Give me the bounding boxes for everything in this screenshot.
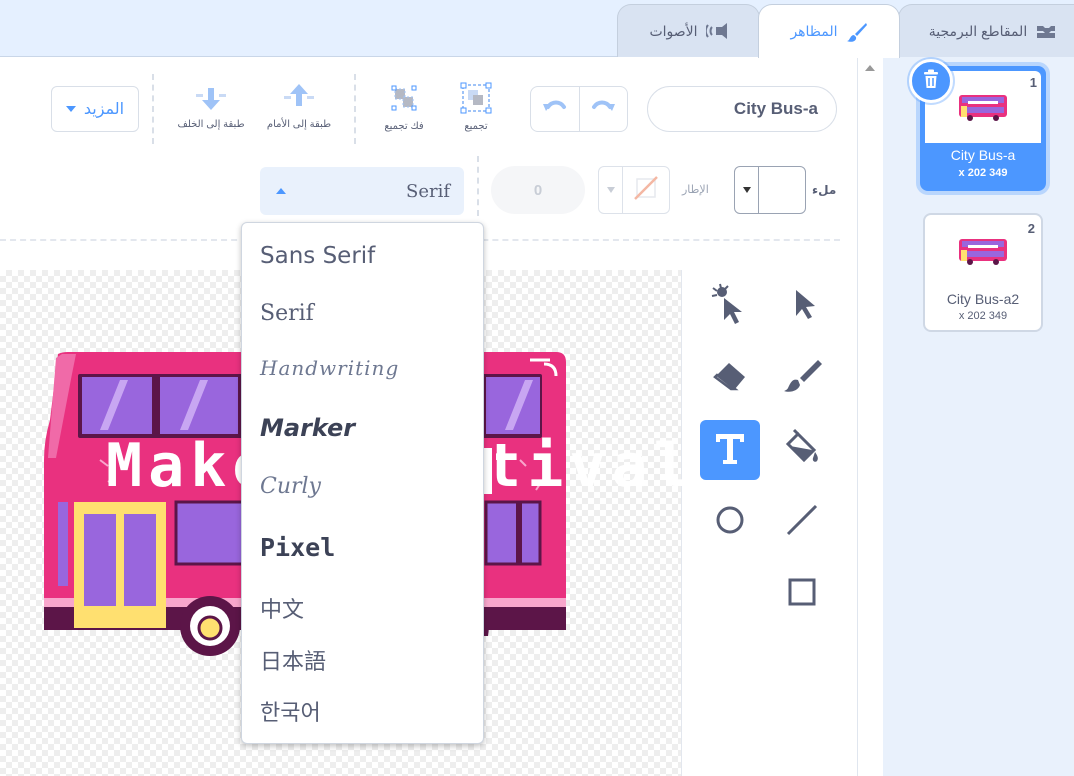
eraser-tool[interactable]	[700, 348, 760, 408]
outline-label: الإطار	[682, 184, 709, 196]
group-icon	[460, 82, 492, 117]
font-option-marker[interactable]: Marker	[260, 414, 355, 442]
costume-name: City Bus-a	[950, 147, 1016, 163]
outline-width-input[interactable]: 0	[491, 166, 585, 214]
font-option-chinese[interactable]: 中文	[260, 592, 304, 624]
more-button[interactable]: المزيد	[51, 86, 139, 132]
text-t-icon	[713, 430, 747, 471]
paint-bucket-icon	[782, 428, 822, 473]
forward-label: طبقة إلى الأمام	[266, 119, 332, 130]
arrow-cursor-icon	[787, 286, 817, 327]
fill-color-picker[interactable]	[734, 166, 806, 214]
brush-tool[interactable]	[772, 348, 832, 408]
font-dropdown-menu: Sans Serif Serif Handwriting Marker Curl…	[241, 222, 484, 744]
circle-tool[interactable]	[700, 492, 760, 552]
toolbar-divider	[152, 74, 154, 144]
eraser-icon	[711, 359, 749, 398]
redo-icon	[590, 98, 616, 121]
undo-button[interactable]	[531, 87, 579, 131]
text-tool[interactable]	[700, 420, 760, 480]
costume-name: City Bus-a2	[946, 291, 1020, 307]
tab-costumes[interactable]: المظاهر	[758, 4, 900, 58]
line-tool[interactable]	[772, 492, 832, 552]
fill-dropdown[interactable]	[735, 167, 759, 213]
no-color-icon	[631, 173, 661, 208]
ungroup-button[interactable]: فك تجميع	[378, 82, 430, 132]
ungroup-label: فك تجميع	[384, 121, 424, 132]
costume-list-scrollbar[interactable]	[857, 57, 883, 776]
font-select-value: Serif	[405, 180, 450, 202]
costume-size: x 202 349	[958, 310, 1008, 322]
backward-button[interactable]: طبقة إلى الخلف	[172, 82, 250, 130]
undo-icon	[542, 98, 568, 121]
tab-code[interactable]: المقاطع البرمجية	[898, 4, 1074, 57]
caret-down-icon	[606, 187, 615, 193]
tab-sounds-label: الأصوات	[649, 22, 698, 39]
scroll-up-arrow-icon[interactable]	[865, 65, 875, 71]
square-icon	[787, 577, 817, 612]
reshape-icon	[710, 282, 750, 331]
paintbrush-icon	[782, 358, 822, 399]
circle-icon	[715, 505, 745, 540]
ungroup-icon	[388, 82, 420, 117]
forward-button[interactable]: طبقة إلى الأمام	[262, 82, 336, 130]
arrow-down-icon	[194, 82, 228, 115]
fill-tool[interactable]	[772, 420, 832, 480]
trash-icon	[922, 69, 940, 94]
group-label: تجميع	[464, 121, 488, 132]
font-option-korean[interactable]: 한국어	[260, 695, 321, 727]
font-option-pixel[interactable]: Pixel	[260, 533, 335, 562]
undo-redo-group	[530, 86, 628, 132]
arrow-up-icon	[282, 82, 316, 115]
outline-dropdown[interactable]	[599, 167, 623, 213]
costume-index: 1	[1029, 75, 1037, 90]
tab-code-label: المقاطع البرمجية	[928, 22, 1028, 39]
brush-icon	[846, 22, 868, 42]
caret-down-icon	[742, 187, 751, 193]
font-select[interactable]: Serif	[260, 167, 464, 215]
tab-strip: المقاطع البرمجية المظاهر الأصوات	[0, 0, 1074, 58]
delete-costume-button[interactable]	[909, 59, 953, 103]
font-option-serif[interactable]: Serif	[260, 301, 314, 326]
group-button[interactable]: تجميع	[452, 82, 500, 132]
select-tool[interactable]	[772, 276, 832, 336]
outline-color-swatch[interactable]	[623, 167, 669, 213]
fill-label: ملء	[812, 183, 837, 197]
line-icon	[785, 503, 819, 542]
speaker-icon	[705, 21, 728, 41]
tab-sounds[interactable]: الأصوات	[617, 4, 760, 57]
reshape-tool[interactable]	[700, 276, 760, 336]
costume-size: x 202 349	[958, 167, 1008, 179]
font-option-sans-serif[interactable]: Sans Serif	[260, 243, 375, 269]
rectangle-tool[interactable]	[772, 564, 832, 624]
redo-button[interactable]	[578, 87, 628, 131]
costume-name-input[interactable]: City Bus-a	[647, 86, 837, 132]
caret-down-icon	[65, 106, 76, 112]
fill-color-swatch[interactable]	[759, 167, 805, 213]
costume-thumbnail	[927, 221, 1039, 281]
font-option-curly[interactable]: Curly	[260, 474, 321, 499]
costume-item-city-bus-a2[interactable]: 2 City Bus-a2 x 202 349	[923, 213, 1043, 332]
font-option-handwriting[interactable]: Handwriting	[260, 356, 399, 380]
toolbar-divider	[354, 74, 356, 144]
caret-up-icon	[276, 188, 286, 194]
outline-color-picker[interactable]	[598, 166, 670, 214]
backward-label: طبقة إلى الخلف	[177, 119, 245, 130]
costume-index: 2	[1027, 221, 1035, 236]
font-option-japanese[interactable]: 日本語	[260, 644, 326, 676]
more-label: المزيد	[83, 101, 125, 118]
tab-costumes-label: المظاهر	[790, 23, 838, 39]
paint-editor-screen: المقاطع البرمجية المظاهر الأصوات 1 City …	[0, 0, 1074, 776]
toolbar-divider	[477, 156, 479, 216]
code-icon	[1035, 21, 1057, 41]
